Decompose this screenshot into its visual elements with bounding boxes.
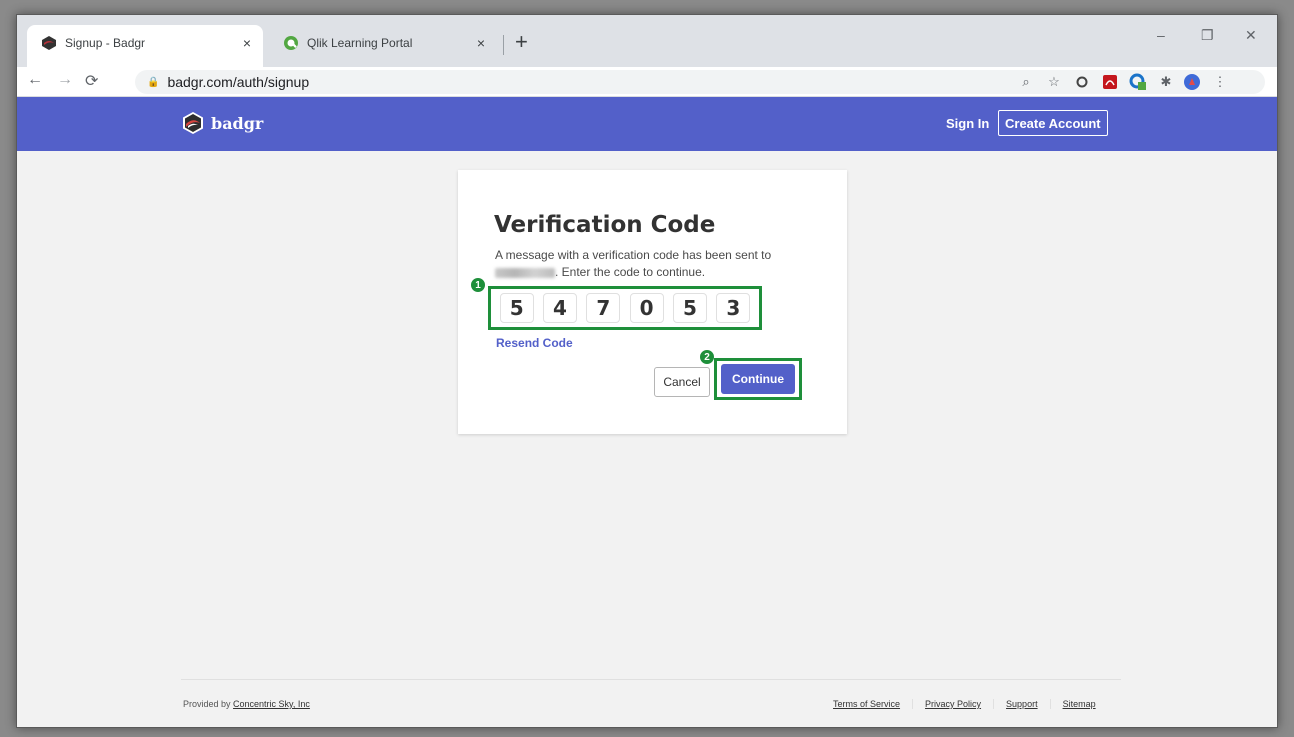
verification-card: Verification Code A message with a verif… [458, 170, 847, 434]
badgr-favicon-icon [41, 35, 57, 51]
support-link[interactable]: Support [993, 699, 1050, 709]
code-input-group: 5 4 7 0 5 3 [488, 286, 762, 330]
profile-avatar-icon[interactable] [1183, 73, 1201, 91]
new-tab-button[interactable]: + [515, 29, 528, 55]
cancel-button[interactable]: Cancel [654, 367, 710, 397]
code-digit-input[interactable]: 7 [586, 293, 621, 323]
restore-button[interactable]: ❐ [1201, 27, 1214, 44]
tab-strip: Signup - Badgr × Qlik Learning Portal × … [17, 15, 1277, 67]
brand-name: badgr [211, 113, 264, 133]
footer-links: Terms of Service Privacy Policy Support … [833, 699, 1108, 709]
tab-signup-badgr[interactable]: Signup - Badgr × [27, 25, 263, 67]
browser-window: Signup - Badgr × Qlik Learning Portal × … [16, 14, 1278, 728]
code-digit-input[interactable]: 0 [629, 293, 664, 323]
qlik-extension-icon[interactable] [1129, 73, 1147, 91]
tab-separator [503, 35, 504, 55]
tab-title: Qlik Learning Portal [307, 36, 413, 50]
zoom-icon[interactable]: ⌕ [1017, 73, 1035, 91]
menu-kebab-icon[interactable]: ⋮ [1211, 73, 1229, 91]
continue-button[interactable]: Continue [721, 364, 795, 394]
privacy-policy-link[interactable]: Privacy Policy [912, 699, 993, 709]
continue-highlight: Continue [714, 358, 802, 400]
terms-of-service-link[interactable]: Terms of Service [833, 699, 912, 709]
annotation-badge-1: 1 [470, 277, 486, 293]
tab-qlik-learning-portal[interactable]: Qlik Learning Portal × [269, 25, 497, 67]
sitemap-link[interactable]: Sitemap [1049, 699, 1108, 709]
extension-circle-icon[interactable] [1073, 73, 1091, 91]
tab-title: Signup - Badgr [65, 36, 146, 50]
company-link[interactable]: Concentric Sky, Inc [233, 699, 310, 709]
create-account-button[interactable]: Create Account [998, 110, 1108, 136]
code-digit-input[interactable]: 5 [499, 293, 534, 323]
tab-close-icon[interactable]: × [477, 35, 485, 51]
close-window-button[interactable]: ✕ [1245, 27, 1257, 44]
provided-by-text: Provided by [183, 699, 234, 709]
sign-in-link[interactable]: Sign In [946, 116, 989, 131]
message-line-1: A message with a verification code has b… [495, 248, 772, 262]
verification-message: A message with a verification code has b… [495, 247, 815, 281]
reload-icon[interactable]: ⟳ [85, 71, 98, 91]
address-bar[interactable]: 🔒 badgr.com/auth/signup [135, 70, 1265, 94]
annotation-badge-2: 2 [699, 349, 715, 365]
url-text: badgr.com/auth/signup [167, 74, 310, 90]
extensions-puzzle-icon[interactable]: ✱ [1157, 73, 1175, 91]
code-digit-input[interactable]: 5 [672, 293, 707, 323]
code-digit-input[interactable]: 4 [542, 293, 577, 323]
pdf-extension-icon[interactable] [1101, 73, 1119, 91]
minimize-button[interactable]: – [1157, 27, 1165, 43]
footer-credit: Provided by Concentric Sky, Inc [183, 699, 310, 709]
badgr-logo-icon [183, 112, 203, 134]
back-arrow-icon[interactable]: ← [27, 71, 43, 89]
lock-icon: 🔒 [147, 76, 160, 88]
brand-logo[interactable]: badgr [181, 111, 263, 135]
code-digit-input[interactable]: 3 [716, 293, 751, 323]
redacted-email [495, 267, 555, 278]
bookmark-star-icon[interactable]: ☆ [1045, 73, 1063, 91]
resend-code-link[interactable]: Resend Code [496, 336, 573, 350]
card-title: Verification Code [494, 212, 716, 238]
forward-arrow-icon[interactable]: → [57, 71, 73, 89]
browser-toolbar: ← → ⟳ 🔒 badgr.com/auth/signup ⌕ ☆ ✱ ⋮ [17, 67, 1277, 97]
message-line-2: . Enter the code to continue. [555, 265, 706, 279]
qlik-favicon-icon [283, 35, 299, 51]
site-header: badgr Sign In Create Account [17, 97, 1277, 151]
tab-close-icon[interactable]: × [243, 35, 251, 51]
footer-divider [181, 679, 1121, 680]
